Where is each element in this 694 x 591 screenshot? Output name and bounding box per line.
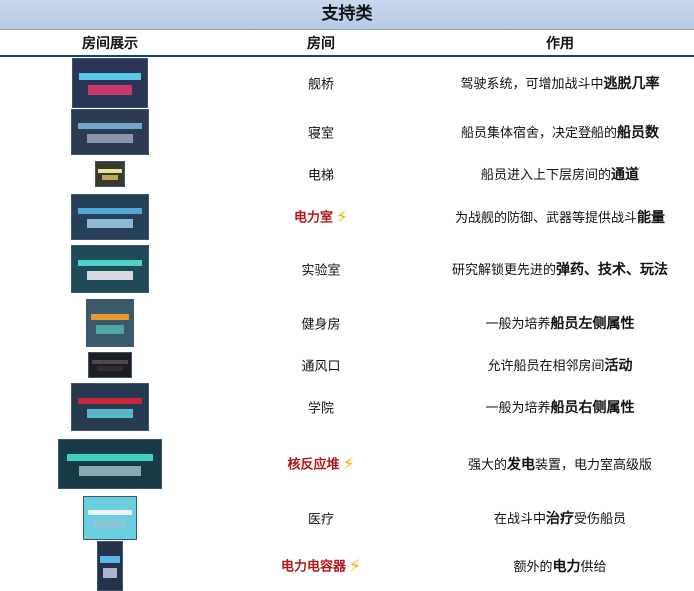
room-name-text: 健身房 bbox=[301, 317, 341, 333]
room-image-icon bbox=[83, 496, 137, 540]
table-row: 寝室 船员集体宿舍，决定登船的船员数 bbox=[0, 109, 694, 155]
room-image-icon bbox=[58, 439, 162, 489]
room-function: 为战舰的防御、武器等提供战斗能量 bbox=[455, 207, 665, 227]
function-highlight: 船员左侧属性 bbox=[550, 316, 635, 332]
room-name-text: 医疗 bbox=[307, 512, 335, 528]
room-function: 强大的发电装置，电力室高级版 bbox=[468, 454, 652, 474]
room-image-icon bbox=[71, 383, 149, 431]
room-name: 舰桥 bbox=[308, 74, 334, 93]
table-row: 医疗 在战斗中治疗受伤船员 bbox=[0, 495, 694, 541]
room-function: 允许船员在相邻房间活动 bbox=[487, 355, 632, 375]
room-name-text: 核反应堆 bbox=[287, 457, 340, 473]
function-text: 一般为培养 bbox=[485, 401, 551, 416]
table-row: 舰桥 驾驶系统，可增加战斗中逃脱几率 bbox=[0, 57, 694, 109]
function-text: 强大的 bbox=[467, 458, 507, 473]
room-image-icon bbox=[71, 194, 149, 240]
room-image-icon bbox=[71, 109, 149, 155]
room-name: 电梯 bbox=[308, 165, 334, 184]
table-row: 电力电容器 ⚡ 额外的电力供给 bbox=[0, 541, 694, 591]
function-text-tail: 供给 bbox=[580, 560, 607, 575]
room-name-text: 通风口 bbox=[301, 359, 341, 375]
function-highlight: 通道 bbox=[611, 167, 640, 183]
function-text: 一般为培养 bbox=[485, 317, 551, 332]
room-function: 驾驶系统，可增加战斗中逃脱几率 bbox=[460, 73, 659, 93]
room-image-icon bbox=[95, 161, 125, 187]
function-highlight: 发电 bbox=[507, 457, 535, 473]
table-row: 电力室 ⚡ 为战舰的防御、武器等提供战斗能量 bbox=[0, 193, 694, 241]
function-text: 在战斗中 bbox=[493, 512, 546, 527]
room-name-text: 实验室 bbox=[301, 263, 341, 279]
header-room: 房间 bbox=[307, 36, 335, 52]
room-name: 寝室 bbox=[308, 123, 334, 142]
room-name: 核反应堆 ⚡ bbox=[288, 454, 355, 475]
function-highlight: 船员右侧属性 bbox=[550, 400, 635, 416]
room-image-icon bbox=[86, 299, 134, 347]
table-body: 舰桥 驾驶系统，可增加战斗中逃脱几率寝室 船员集体宿舍，决定登船的船员数电梯 船员进入… bbox=[0, 57, 694, 591]
function-text: 船员集体宿舍，决定登船的 bbox=[460, 126, 618, 141]
function-highlight: 弹药、技术、玩法 bbox=[556, 262, 669, 278]
room-name: 学院 bbox=[308, 398, 334, 417]
room-image-icon bbox=[97, 541, 123, 591]
room-image-icon bbox=[88, 352, 132, 378]
function-text: 额外的 bbox=[513, 560, 553, 575]
table-row: 健身房 一般为培养船员左侧属性 bbox=[0, 297, 694, 349]
room-function: 船员进入上下层房间的通道 bbox=[481, 164, 639, 184]
room-image-icon bbox=[71, 245, 149, 293]
room-name: 健身房 bbox=[301, 314, 340, 333]
function-text: 驾驶系统，可增加战斗中 bbox=[460, 77, 604, 92]
room-function: 额外的电力供给 bbox=[513, 556, 606, 576]
header-showcase: 房间展示 bbox=[82, 36, 138, 52]
table-title: 支持类 bbox=[0, 0, 694, 30]
function-text-tail: 装置，电力室高级版 bbox=[535, 458, 653, 473]
room-name-text: 学院 bbox=[307, 401, 335, 417]
room-name-text: 寝室 bbox=[307, 126, 335, 142]
lightning-bolt-icon: ⚡ bbox=[342, 454, 355, 475]
function-highlight: 活动 bbox=[604, 358, 633, 374]
function-highlight: 船员数 bbox=[617, 125, 660, 141]
function-highlight: 逃脱几率 bbox=[603, 76, 660, 92]
room-name-text: 电力电容器 bbox=[281, 559, 347, 575]
room-name-text: 电梯 bbox=[307, 168, 335, 184]
room-function: 一般为培养船员左侧属性 bbox=[485, 313, 634, 333]
table-row: 学院 一般为培养船员右侧属性 bbox=[0, 381, 694, 433]
room-function: 一般为培养船员右侧属性 bbox=[485, 397, 634, 417]
room-function: 在战斗中治疗受伤船员 bbox=[494, 508, 626, 528]
room-image-icon bbox=[72, 58, 148, 108]
room-name: 医疗 bbox=[308, 509, 334, 528]
table-row: 实验室 研究解锁更先进的弹药、技术、玩法 bbox=[0, 241, 694, 297]
function-text: 为战舰的防御、武器等提供战斗 bbox=[454, 211, 638, 226]
room-name-text: 舰桥 bbox=[307, 77, 335, 93]
function-text: 研究解锁更先进的 bbox=[451, 263, 557, 278]
function-text-tail: 受伤船员 bbox=[574, 512, 627, 527]
room-name: 实验室 bbox=[301, 260, 340, 279]
function-text: 船员进入上下层房间的 bbox=[480, 168, 612, 183]
function-text: 允许船员在相邻房间 bbox=[487, 359, 605, 374]
room-name-text: 电力室 bbox=[294, 210, 334, 226]
function-highlight: 治疗 bbox=[546, 511, 574, 527]
lightning-bolt-icon: ⚡ bbox=[336, 207, 348, 228]
room-function: 船员集体宿舍，决定登船的船员数 bbox=[461, 122, 659, 142]
table-row: 通风口 允许船员在相邻房间活动 bbox=[0, 349, 694, 381]
table-row: 电梯 船员进入上下层房间的通道 bbox=[0, 155, 694, 193]
lightning-bolt-icon: ⚡ bbox=[349, 556, 361, 577]
room-name: 通风口 bbox=[301, 356, 340, 375]
room-name: 电力室 ⚡ bbox=[294, 207, 348, 228]
table-header: 房间展示 房间 作用 bbox=[0, 30, 694, 57]
function-highlight: 能量 bbox=[637, 210, 666, 226]
table-row: 核反应堆 ⚡ 强大的发电装置，电力室高级版 bbox=[0, 433, 694, 495]
function-highlight: 电力 bbox=[552, 559, 581, 575]
room-function: 研究解锁更先进的弹药、技术、玩法 bbox=[452, 259, 668, 279]
room-name: 电力电容器 ⚡ bbox=[281, 556, 361, 577]
header-function: 作用 bbox=[546, 36, 574, 52]
